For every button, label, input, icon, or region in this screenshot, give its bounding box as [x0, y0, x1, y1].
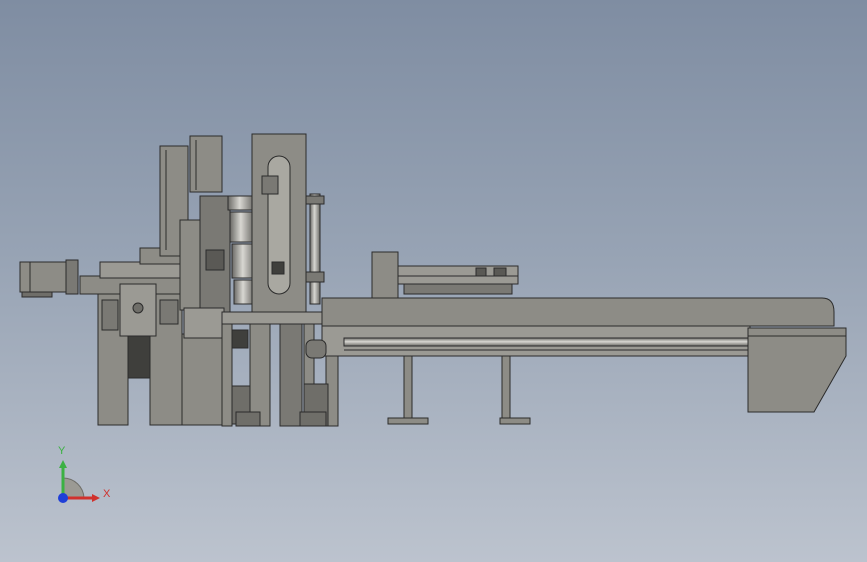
y-axis-label: Y	[58, 445, 66, 457]
conveyor-legs	[387, 355, 531, 425]
z-axis-dot	[58, 493, 68, 503]
left-motor	[19, 259, 79, 298]
cad-viewport[interactable]: X Y	[0, 0, 867, 562]
x-axis-label: X	[103, 488, 111, 500]
x-axis-arrowhead	[92, 494, 100, 502]
machine-assembly-view: X Y	[19, 133, 847, 503]
axis-triad: X Y	[58, 445, 111, 503]
end-housing	[747, 327, 847, 413]
tall-slotted-frame	[251, 133, 307, 315]
top-slide-unit	[371, 251, 519, 299]
guide-rod	[305, 193, 325, 305]
y-axis-arrowhead	[59, 460, 67, 468]
